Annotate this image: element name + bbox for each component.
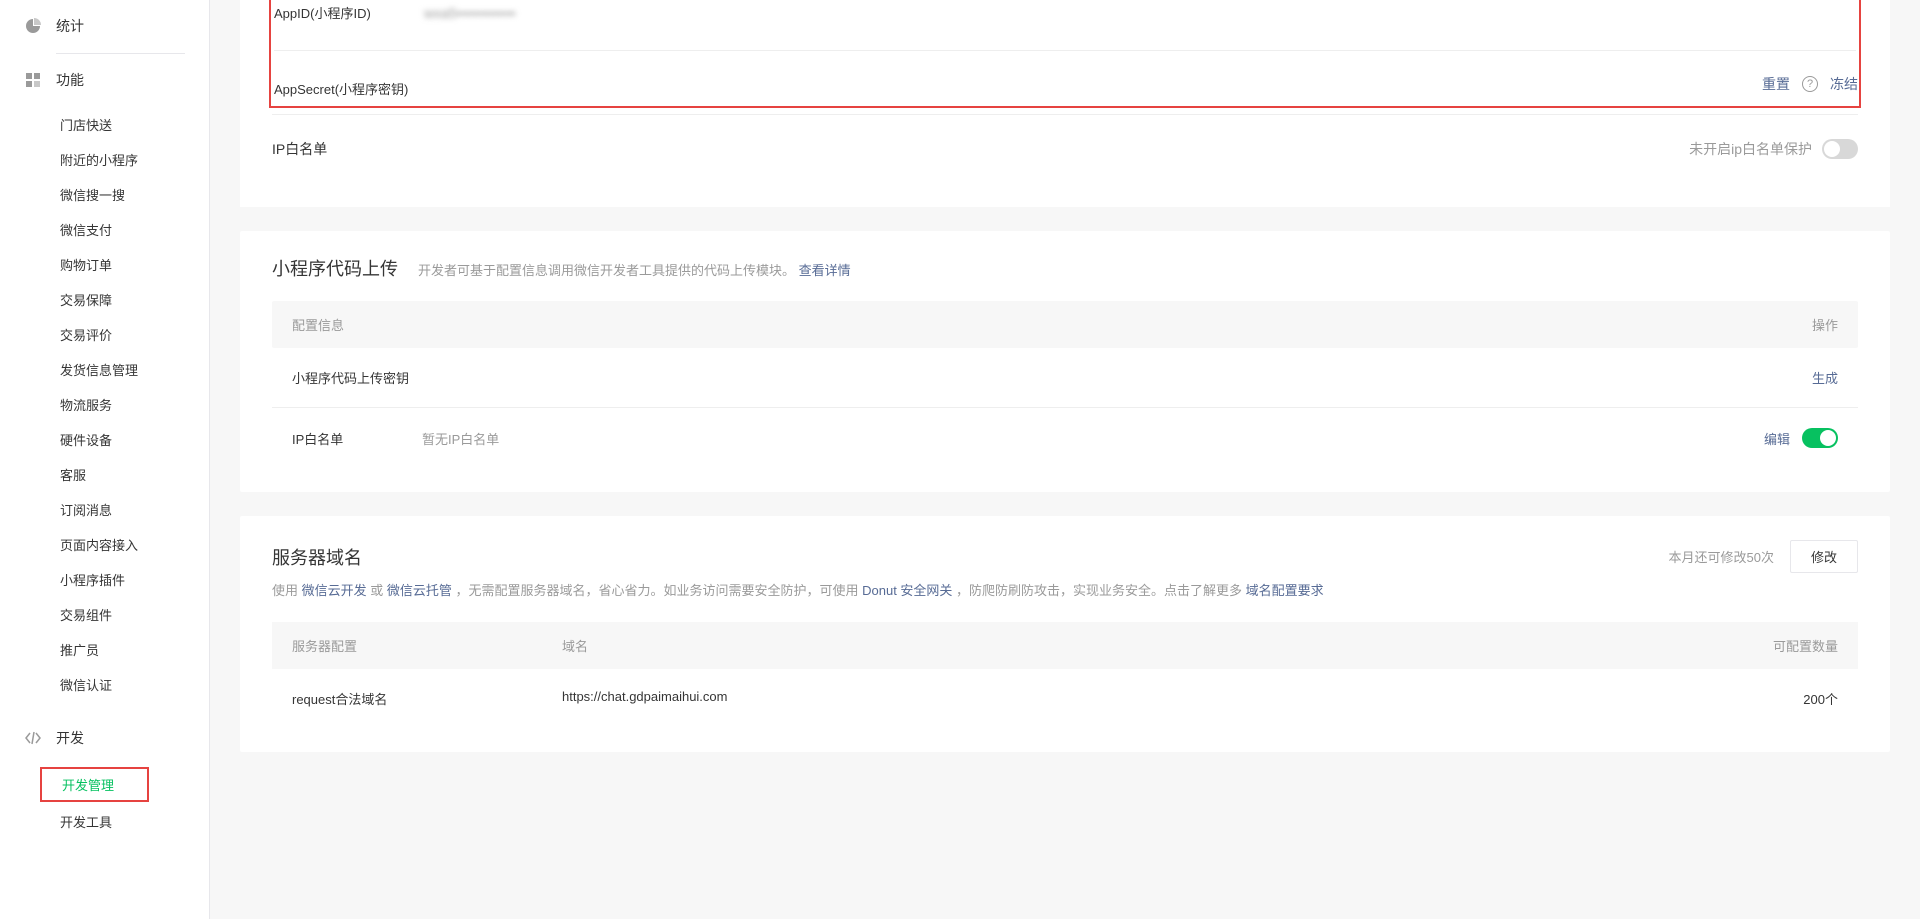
appsecret-label: AppSecret(小程序密钥) — [274, 79, 424, 98]
upload-ip-label: IP白名单 — [292, 429, 422, 448]
server-domain-card: 服务器域名 本月还可修改50次 修改 使用 微信云开发 或 微信云托管 ，无需配… — [240, 516, 1890, 752]
domain-config-req-link[interactable]: 域名配置要求 — [1246, 583, 1324, 598]
sidebar-nav-features[interactable]: 功能 — [0, 54, 209, 107]
ip-whitelist-actions: 未开启ip白名单保护 — [1689, 139, 1858, 159]
sidebar-item-orders[interactable]: 购物订单 — [0, 247, 209, 282]
ip-whitelist-row: IP白名单 未开启ip白名单保护 — [272, 114, 1858, 183]
ip-whitelist-status: 未开启ip白名单保护 — [1689, 139, 1812, 159]
config-table-header: 配置信息 操作 — [272, 301, 1858, 348]
sidebar-item-shipping[interactable]: 发货信息管理 — [0, 352, 209, 387]
server-domain-desc: 使用 微信云开发 或 微信云托管 ，无需配置服务器域名，省心省力。如业务访问需要… — [272, 581, 1858, 602]
sidebar-item-search[interactable]: 微信搜一搜 — [0, 177, 209, 212]
pie-chart-icon — [24, 17, 42, 35]
sidebar-item-wechat-verify[interactable]: 微信认证 — [0, 667, 209, 702]
code-upload-card: 小程序代码上传 开发者可基于配置信息调用微信开发者工具提供的代码上传模块。 查看… — [240, 231, 1890, 492]
generate-key-link[interactable]: 生成 — [1812, 368, 1838, 387]
sidebar-nav-develop[interactable]: 开发 — [0, 712, 209, 765]
domain-row-name: request合法域名 — [292, 689, 562, 708]
grid-icon — [24, 71, 42, 89]
appid-label: AppID(小程序ID) — [274, 3, 424, 22]
col-action: 操作 — [1738, 315, 1838, 334]
edit-ip-link[interactable]: 编辑 — [1764, 429, 1790, 448]
col-count: 可配置数量 — [1718, 636, 1838, 655]
sidebar-section-label: 开发 — [56, 728, 84, 748]
sidebar-section-label: 功能 — [56, 70, 84, 90]
sidebar-item-dev-tools[interactable]: 开发工具 — [0, 804, 209, 839]
help-icon[interactable]: ? — [1802, 76, 1818, 92]
col-config-info: 配置信息 — [292, 315, 1738, 334]
sidebar-item-customer-service[interactable]: 客服 — [0, 457, 209, 492]
ip-whitelist-toggle[interactable] — [1822, 139, 1858, 159]
upload-key-label: 小程序代码上传密钥 — [292, 368, 422, 387]
sidebar-item-nearby[interactable]: 附近的小程序 — [0, 142, 209, 177]
sidebar-section-label: 统计 — [56, 16, 84, 36]
donut-gateway-link[interactable]: Donut 安全网关 — [862, 583, 952, 598]
col-server-config: 服务器配置 — [292, 636, 562, 655]
sidebar-item-dev-manage[interactable]: 开发管理 — [40, 767, 149, 802]
sidebar-item-plugins[interactable]: 小程序插件 — [0, 562, 209, 597]
reset-secret-link[interactable]: 重置 — [1762, 74, 1790, 94]
upload-key-row: 小程序代码上传密钥 生成 — [272, 348, 1858, 408]
sidebar-item-subscribe[interactable]: 订阅消息 — [0, 492, 209, 527]
sidebar-item-promoter[interactable]: 推广员 — [0, 632, 209, 667]
view-detail-link[interactable]: 查看详情 — [799, 263, 851, 278]
sidebar-item-trade-guarantee[interactable]: 交易保障 — [0, 282, 209, 317]
code-upload-title: 小程序代码上传 — [272, 255, 398, 281]
modify-button[interactable]: 修改 — [1790, 540, 1858, 573]
upload-ip-toggle[interactable] — [1802, 428, 1838, 448]
sidebar: 统计 功能 门店快送 附近的小程序 微信搜一搜 微信支付 购物订单 交易保障 交… — [0, 0, 210, 919]
sidebar-item-logistics[interactable]: 物流服务 — [0, 387, 209, 422]
domain-row-domain: https://chat.gdpaimaihui.com — [562, 689, 1718, 708]
sidebar-item-wepay[interactable]: 微信支付 — [0, 212, 209, 247]
remaining-changes: 本月还可修改50次 — [1669, 547, 1774, 566]
freeze-secret-link[interactable]: 冻结 — [1830, 74, 1858, 94]
domain-row: request合法域名 https://chat.gdpaimaihui.com… — [272, 669, 1858, 728]
upload-ip-value: 暂无IP白名单 — [422, 429, 1764, 448]
appid-row: AppID(小程序ID) wxa5•••••••••••• — [274, 0, 1856, 50]
ip-whitelist-label: IP白名单 — [272, 139, 402, 159]
code-upload-subtitle: 开发者可基于配置信息调用微信开发者工具提供的代码上传模块。 查看详情 — [418, 260, 851, 279]
sidebar-item-page-content[interactable]: 页面内容接入 — [0, 527, 209, 562]
sidebar-item-trade-review[interactable]: 交易评价 — [0, 317, 209, 352]
sidebar-item-hardware[interactable]: 硬件设备 — [0, 422, 209, 457]
main-content: AppID(小程序ID) wxa5•••••••••••• AppSecret(… — [210, 0, 1920, 919]
dev-info-card: AppID(小程序ID) wxa5•••••••••••• AppSecret(… — [240, 0, 1890, 207]
col-domain: 域名 — [562, 636, 1718, 655]
sidebar-nav-stats[interactable]: 统计 — [0, 0, 209, 53]
sidebar-item-trade-component[interactable]: 交易组件 — [0, 597, 209, 632]
cloud-host-link[interactable]: 微信云托管 — [387, 583, 452, 598]
server-domain-title: 服务器域名 — [272, 544, 362, 570]
upload-ip-row: IP白名单 暂无IP白名单 编辑 — [272, 408, 1858, 468]
sidebar-item-store-delivery[interactable]: 门店快送 — [0, 107, 209, 142]
domain-table-header: 服务器配置 域名 可配置数量 — [272, 622, 1858, 669]
code-icon — [24, 729, 42, 747]
cloud-dev-link[interactable]: 微信云开发 — [302, 583, 367, 598]
appid-value: wxa5•••••••••••• — [424, 5, 516, 21]
domain-row-count: 200个 — [1718, 689, 1838, 708]
